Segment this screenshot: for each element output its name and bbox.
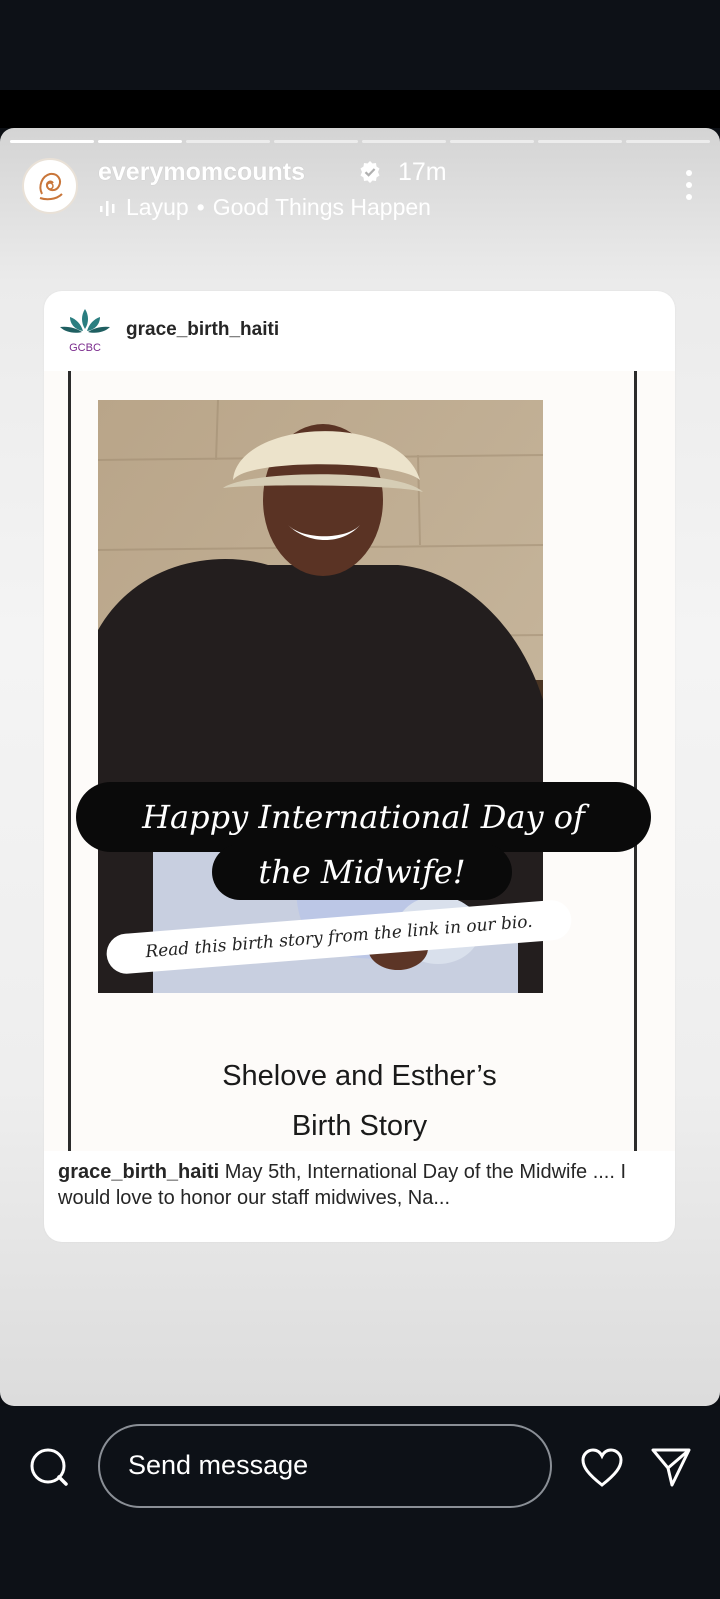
progress-segment <box>626 140 710 143</box>
post-caption[interactable]: grace_birth_haiti May 5th, International… <box>58 1159 658 1211</box>
search-camera-icon[interactable] <box>28 1446 70 1488</box>
gcbc-logo-icon[interactable]: GCBC <box>56 301 114 359</box>
top-band <box>0 90 720 128</box>
avatar[interactable] <box>22 158 78 214</box>
progress-segment <box>362 140 446 143</box>
post-username[interactable]: grace_birth_haiti <box>126 319 279 341</box>
progress-segment <box>186 140 270 143</box>
music-song: Good Things Happen <box>212 194 431 220</box>
progress-segment <box>98 140 182 143</box>
heart-icon[interactable] <box>580 1448 624 1488</box>
more-vertical-icon[interactable] <box>684 168 694 202</box>
progress-segment <box>450 140 534 143</box>
logo-text: GCBC <box>69 342 101 354</box>
story-title-line-1: Shelove and Esther’s <box>222 1060 497 1092</box>
story-title-line-2: Birth Story <box>291 1110 428 1142</box>
progress-segment <box>538 140 622 143</box>
progress-segment <box>10 140 94 143</box>
send-message-placeholder: Send message <box>128 1450 309 1480</box>
midwife-photo <box>98 400 543 993</box>
post-header: GCBC grace_birth_haiti <box>44 291 675 371</box>
banner-line-1: Happy International Day of <box>76 782 651 852</box>
shared-post-card[interactable]: GCBC grace_birth_haiti Happy Internation… <box>44 291 675 1242</box>
frame-line-right <box>634 371 637 1151</box>
story-username[interactable]: everymomcounts <box>98 158 305 187</box>
audio-bars-icon <box>100 200 115 216</box>
music-artist: Layup <box>126 194 189 220</box>
story-time: 17m <box>398 158 447 186</box>
mother-baby-logo-icon <box>39 172 63 201</box>
caption-username: grace_birth_haiti <box>58 1161 220 1183</box>
status-area <box>0 0 720 90</box>
story-progress <box>10 140 710 143</box>
frame-line-left <box>68 371 71 1151</box>
reply-bar: Send message <box>0 1406 720 1599</box>
story-header: everymomcounts 17m Layup • Good Things H… <box>20 154 700 224</box>
story-title: Shelove and Esther’s Birth Story <box>44 1051 675 1151</box>
send-message-input[interactable]: Send message <box>98 1424 552 1508</box>
banner-line-2: the Midwife! <box>212 844 512 900</box>
music-info[interactable]: Layup • Good Things Happen <box>98 194 431 221</box>
send-icon[interactable] <box>650 1446 692 1488</box>
progress-segment <box>274 140 358 143</box>
story-viewer[interactable]: everymomcounts 17m Layup • Good Things H… <box>0 128 720 1406</box>
music-separator: • <box>196 194 205 220</box>
verified-badge-icon <box>360 161 380 183</box>
